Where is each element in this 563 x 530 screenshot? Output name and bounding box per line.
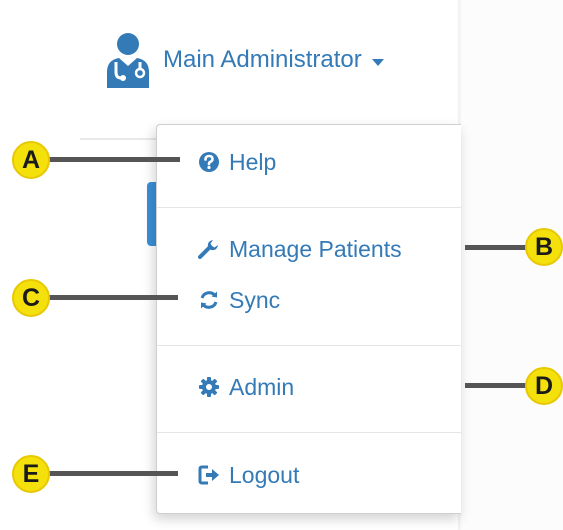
question-circle-icon [197,150,221,174]
gear-icon [197,375,221,399]
menu-item-label: Manage Patients [229,235,402,262]
user-name-label: Main Administrator [163,46,362,73]
callout-badge-c: C [12,279,50,317]
menu-divider [157,207,461,208]
menu-item-label: Sync [229,286,281,313]
callout-leader-c [48,295,178,300]
refresh-icon [197,288,221,312]
user-dropdown-menu: Help Manage Patients Sync Admin Logout [156,124,461,514]
callout-badge-a: A [12,141,50,179]
menu-item-admin[interactable]: Admin [197,370,294,404]
menu-item-manage-patients[interactable]: Manage Patients [197,232,402,266]
header-divider [80,138,160,140]
menu-divider [157,345,461,346]
menu-item-logout[interactable]: Logout [197,458,299,492]
callout-leader-b [465,245,530,250]
menu-item-sync[interactable]: Sync [197,283,280,317]
menu-item-help[interactable]: Help [197,145,276,179]
menu-divider [157,432,461,433]
user-doctor-icon [107,33,149,88]
callout-badge-d: D [525,367,563,405]
menu-item-label: Admin [229,373,295,400]
caret-down-icon [371,58,384,66]
callout-leader-a [48,157,180,162]
callout-leader-d [465,383,530,388]
callout-leader-e [48,471,178,476]
callout-badge-e: E [12,455,50,493]
screenshot-stage: Main Administrator Help Manage Patients … [0,0,563,530]
sign-out-icon [197,463,221,487]
menu-item-label: Help [229,148,277,175]
menu-item-label: Logout [229,461,300,488]
callout-badge-b: B [525,228,563,266]
user-menu-toggle[interactable]: Main Administrator [103,32,384,88]
wrench-icon [197,237,221,261]
